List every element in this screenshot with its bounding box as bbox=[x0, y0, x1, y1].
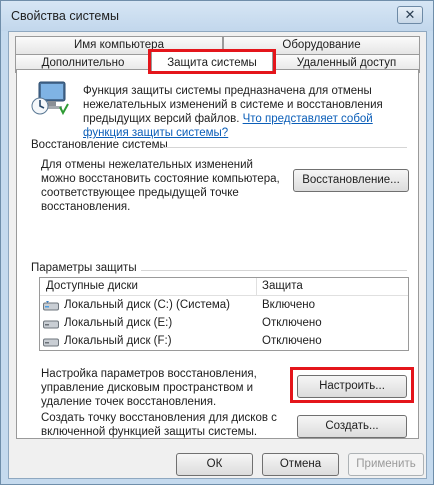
title-bar[interactable]: Свойства системы ✕ bbox=[1, 1, 433, 31]
restore-group-divider bbox=[163, 147, 407, 148]
drive-status: Отключено bbox=[262, 317, 322, 329]
close-button[interactable]: ✕ bbox=[397, 6, 423, 24]
drive-status: Включено bbox=[262, 299, 316, 311]
window-title: Свойства системы bbox=[11, 9, 119, 23]
system-protection-icon bbox=[31, 81, 69, 116]
system-protection-panel: Функция защиты системы предназначена для… bbox=[16, 69, 419, 439]
system-properties-window: Свойства системы ✕ Имя компьютера Оборуд… bbox=[0, 0, 434, 485]
tab-system-protection[interactable]: Защита системы bbox=[151, 50, 273, 74]
protection-group-divider bbox=[141, 270, 407, 271]
configure-button[interactable]: Настроить... bbox=[297, 375, 407, 398]
drive-name: Локальный диск (E:) bbox=[64, 317, 173, 329]
table-row[interactable]: Локальный диск (E:) Отключено bbox=[40, 315, 408, 333]
column-drives[interactable]: Доступные диски bbox=[46, 280, 138, 292]
dialog-client-area: Имя компьютера Оборудование Дополнительн… bbox=[8, 31, 427, 479]
create-description: Создать точку восстановления для дисков … bbox=[41, 412, 277, 438]
create-button[interactable]: Создать... bbox=[297, 415, 407, 438]
drives-list: Доступные диски Защита Локальный диск (C… bbox=[39, 277, 409, 351]
column-divider bbox=[256, 278, 257, 296]
drive-status: Отключено bbox=[262, 335, 322, 347]
table-row[interactable]: Локальный диск (F:) Отключено bbox=[40, 333, 408, 351]
drive-name: Локальный диск (F:) bbox=[64, 335, 172, 347]
system-drive-icon bbox=[43, 301, 59, 311]
drive-name: Локальный диск (C:) (Система) bbox=[64, 299, 230, 311]
cancel-button[interactable]: Отмена bbox=[262, 453, 339, 476]
drive-icon bbox=[43, 338, 59, 347]
protection-group-label: Параметры защиты bbox=[31, 262, 137, 274]
ok-button[interactable]: ОК bbox=[176, 453, 253, 476]
restore-button[interactable]: Восстановление... bbox=[293, 169, 409, 192]
configure-description: Настройка параметров восстановления, упр… bbox=[41, 368, 257, 408]
intro-description: Функция защиты системы предназначена для… bbox=[83, 84, 413, 140]
table-row[interactable]: Локальный диск (C:) (Система) Включено bbox=[40, 297, 408, 315]
restore-description: Для отмены нежелательных изменений можно… bbox=[41, 159, 280, 213]
column-protection[interactable]: Защита bbox=[262, 280, 303, 292]
drives-list-header: Доступные диски Защита bbox=[40, 278, 408, 296]
apply-button[interactable]: Применить bbox=[348, 453, 424, 476]
restore-group-label: Восстановление системы bbox=[31, 139, 168, 151]
drive-icon bbox=[43, 320, 59, 329]
close-icon: ✕ bbox=[404, 7, 416, 22]
